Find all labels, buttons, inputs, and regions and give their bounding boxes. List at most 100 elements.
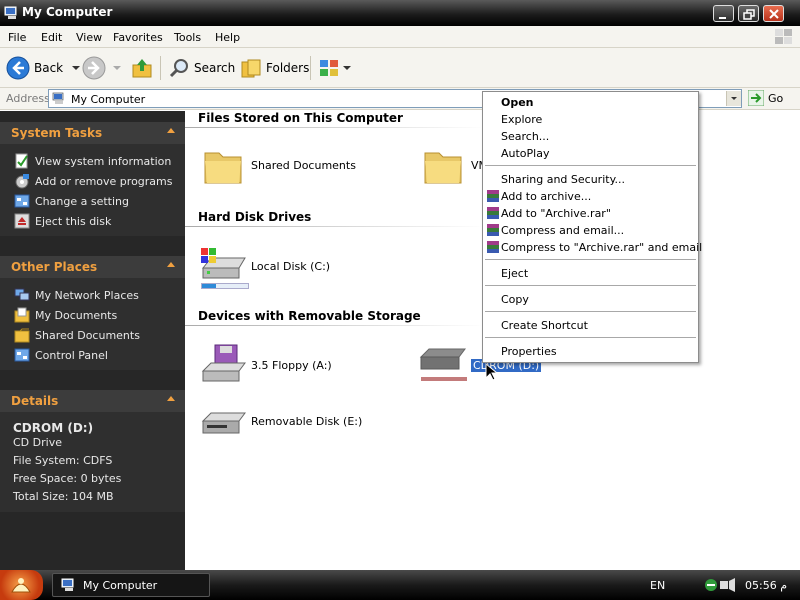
place-control-panel[interactable]: Control Panel bbox=[14, 347, 108, 363]
winrar-icon bbox=[487, 190, 499, 202]
task-add-remove-programs[interactable]: Add or remove programs bbox=[14, 173, 173, 189]
menu-tools[interactable]: Tools bbox=[174, 31, 201, 44]
windows-logo-icon bbox=[775, 29, 792, 44]
chevron-down-icon bbox=[343, 66, 351, 70]
up-folder-button[interactable] bbox=[130, 48, 154, 88]
system-tasks-header[interactable]: System Tasks bbox=[0, 122, 185, 144]
go-button[interactable]: Go bbox=[748, 90, 783, 106]
item-floppy-a[interactable]: 3.5 Floppy (A:) bbox=[199, 341, 332, 389]
back-button[interactable]: Back bbox=[6, 48, 83, 88]
group-divider bbox=[185, 325, 485, 326]
title-bar: My Computer bbox=[0, 0, 800, 26]
ctx-autoplay[interactable]: AutoPlay bbox=[483, 145, 698, 162]
close-button[interactable] bbox=[763, 5, 784, 22]
network-places-icon bbox=[14, 288, 30, 301]
add-remove-programs-icon bbox=[15, 174, 29, 189]
item-vm-folder[interactable]: VM bbox=[419, 141, 488, 189]
taskbar-window-my-computer[interactable]: My Computer bbox=[52, 573, 210, 597]
views-button[interactable] bbox=[318, 48, 352, 88]
ctx-separator bbox=[485, 259, 696, 260]
ctx-separator bbox=[485, 285, 696, 286]
ctx-create-shortcut[interactable]: Create Shortcut bbox=[483, 317, 698, 334]
clock: 05:56 م bbox=[745, 579, 788, 592]
ctx-label: AutoPlay bbox=[501, 147, 550, 160]
ctx-open[interactable]: Open bbox=[483, 94, 698, 111]
task-eject-this-disk[interactable]: Eject this disk bbox=[14, 213, 111, 229]
ctx-copy[interactable]: Copy bbox=[483, 291, 698, 308]
restore-button[interactable] bbox=[738, 5, 759, 22]
control-panel-icon bbox=[14, 194, 30, 208]
ctx-label: Eject bbox=[501, 267, 529, 280]
menu-view[interactable]: View bbox=[76, 31, 102, 44]
removable-disk-icon bbox=[201, 412, 246, 434]
back-label: Back bbox=[34, 61, 64, 75]
chevron-up-icon[interactable] bbox=[167, 262, 175, 267]
item-shared-documents[interactable]: Shared Documents bbox=[199, 141, 356, 189]
details-title: Details bbox=[11, 394, 59, 408]
group-header-removable: Devices with Removable Storage bbox=[198, 309, 421, 323]
place-my-network-places[interactable]: My Network Places bbox=[14, 287, 139, 303]
ctx-separator bbox=[485, 337, 696, 338]
folders-button[interactable]: Folders bbox=[240, 48, 309, 88]
task-view-system-information[interactable]: View system information bbox=[14, 153, 171, 169]
taskbar-window-label: My Computer bbox=[83, 578, 158, 592]
ctx-add-to-archive[interactable]: Add to archive... bbox=[483, 188, 698, 205]
ctx-add-to-archive-rar[interactable]: Add to "Archive.rar" bbox=[483, 205, 698, 222]
my-documents-icon bbox=[14, 307, 30, 323]
details-total-size: Total Size: 104 MB bbox=[13, 490, 114, 503]
other-places-header[interactable]: Other Places bbox=[0, 256, 185, 278]
ctx-explore[interactable]: Explore bbox=[483, 111, 698, 128]
ctx-properties[interactable]: Properties bbox=[483, 343, 698, 360]
disk-usage-bar bbox=[201, 283, 249, 289]
ctx-separator bbox=[485, 165, 696, 166]
tray-icons[interactable] bbox=[703, 577, 739, 593]
item-label: Local Disk (C:) bbox=[251, 259, 331, 273]
task-label: Change a setting bbox=[35, 194, 129, 208]
task-change-a-setting[interactable]: Change a setting bbox=[14, 193, 129, 209]
other-places-title: Other Places bbox=[11, 260, 98, 274]
ctx-compress-email[interactable]: Compress and email... bbox=[483, 222, 698, 239]
forward-button[interactable] bbox=[82, 48, 124, 88]
eject-icon bbox=[14, 213, 30, 229]
ctx-label: Properties bbox=[501, 345, 557, 358]
cd-drive-icon bbox=[419, 348, 467, 381]
disk-usage-fill bbox=[202, 284, 216, 288]
views-icon bbox=[320, 60, 338, 76]
chevron-down-icon[interactable] bbox=[110, 63, 124, 73]
menu-favorites[interactable]: Favorites bbox=[113, 31, 163, 44]
system-info-icon bbox=[15, 153, 28, 169]
mouse-cursor-icon bbox=[485, 363, 499, 381]
start-button[interactable] bbox=[0, 570, 43, 600]
task-pane: System Tasks View system information Add… bbox=[0, 111, 185, 570]
group-divider bbox=[185, 226, 485, 227]
minimize-button[interactable] bbox=[713, 5, 734, 22]
ctx-eject[interactable]: Eject bbox=[483, 265, 698, 282]
system-tasks-title: System Tasks bbox=[11, 126, 103, 140]
ctx-label: Copy bbox=[501, 293, 529, 306]
menu-help[interactable]: Help bbox=[215, 31, 240, 44]
group-header-files-stored: Files Stored on This Computer bbox=[198, 111, 403, 125]
place-my-documents[interactable]: My Documents bbox=[14, 307, 117, 323]
chevron-up-icon[interactable] bbox=[167, 396, 175, 401]
ctx-compress-rar-email[interactable]: Compress to "Archive.rar" and email bbox=[483, 239, 702, 256]
chevron-up-icon[interactable] bbox=[167, 128, 175, 133]
search-button[interactable]: Search bbox=[168, 48, 235, 88]
menu-edit[interactable]: Edit bbox=[41, 31, 62, 44]
language-indicator[interactable]: EN bbox=[650, 579, 665, 592]
menu-file[interactable]: File bbox=[8, 31, 26, 44]
item-removable-disk-e[interactable]: Removable Disk (E:) bbox=[199, 397, 362, 445]
go-label: Go bbox=[768, 91, 784, 105]
details-header[interactable]: Details bbox=[0, 390, 185, 412]
place-shared-documents[interactable]: Shared Documents bbox=[14, 327, 140, 343]
folders-icon bbox=[241, 59, 261, 78]
item-label: 3.5 Floppy (A:) bbox=[251, 358, 332, 372]
item-label: Shared Documents bbox=[251, 158, 356, 172]
address-label: Address bbox=[6, 92, 50, 105]
address-dropdown-button[interactable] bbox=[726, 91, 741, 106]
ctx-label: Sharing and Security... bbox=[501, 173, 626, 186]
place-label: Shared Documents bbox=[35, 328, 140, 342]
ctx-sharing-security[interactable]: Sharing and Security... bbox=[483, 171, 698, 188]
toolbar-separator bbox=[310, 56, 311, 80]
ctx-search[interactable]: Search... bbox=[483, 128, 698, 145]
place-label: My Network Places bbox=[35, 288, 139, 302]
